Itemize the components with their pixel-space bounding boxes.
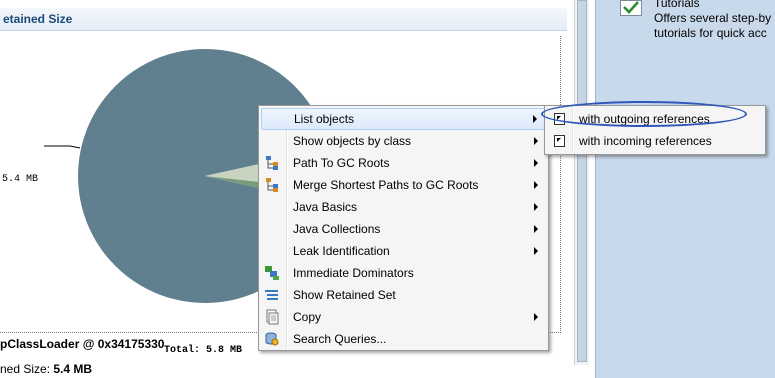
submenu-item-label: with incoming references xyxy=(579,134,712,148)
vertical-scrollbar[interactable] xyxy=(574,0,589,365)
menu-item-merge-shortest-paths[interactable]: Merge Shortest Paths to GC Roots xyxy=(261,174,546,196)
pie-slice-label: 5.4 MB xyxy=(2,174,39,185)
pie-total-label: Total: 5.8 MB xyxy=(164,345,243,356)
menu-item-show-objects-by-class[interactable]: Show objects by class xyxy=(261,130,546,152)
list-icon xyxy=(265,290,278,300)
copy-icon xyxy=(266,309,279,325)
object-name: pClassLoader @ 0x34175330 xyxy=(0,337,165,351)
annotation-highlight-oval xyxy=(541,101,747,127)
dominators-icon xyxy=(265,266,279,280)
menu-item-label: Immediate Dominators xyxy=(293,266,414,280)
menu-item-java-basics[interactable]: Java Basics xyxy=(261,196,546,218)
submenu-arrow-icon xyxy=(534,313,538,321)
submenu-arrow-icon xyxy=(534,247,538,255)
menu-item-label: Path To GC Roots xyxy=(293,156,390,170)
pie-leader-line xyxy=(44,145,81,149)
menu-item-java-collections[interactable]: Java Collections xyxy=(261,218,546,240)
menu-item-label: Java Basics xyxy=(293,200,358,214)
tutorials-description: Offers several step-by tutorials for qui… xyxy=(654,11,775,41)
panel-title: etained Size xyxy=(3,12,73,26)
menu-item-label: Copy xyxy=(293,310,322,324)
menu-item-label: Show Retained Set xyxy=(293,288,396,302)
tutorials-description-line: Offers several step-by xyxy=(654,11,772,25)
scrollbar-thumb[interactable] xyxy=(577,0,587,362)
context-menu: List objects Show objects by class Path … xyxy=(258,105,549,351)
retained-size-label: ned Size: xyxy=(0,362,54,376)
tree-icon xyxy=(266,156,278,170)
menu-item-label: Leak Identification xyxy=(293,244,390,258)
tutorials-title[interactable]: Tutorials xyxy=(654,0,700,10)
submenu-arrow-icon xyxy=(534,225,538,233)
retained-size-line: ned Size: 5.4 MB xyxy=(0,362,92,376)
retained-size-value: 5.4 MB xyxy=(53,362,93,376)
menu-item-path-to-gc-roots[interactable]: Path To GC Roots xyxy=(261,152,546,174)
merge-tree-icon xyxy=(266,178,278,192)
incoming-icon xyxy=(554,135,565,147)
panel-header: etained Size xyxy=(0,8,567,31)
tutorials-icon[interactable] xyxy=(620,0,642,16)
menu-item-immediate-dominators[interactable]: Immediate Dominators xyxy=(261,262,546,284)
submenu-arrow-icon xyxy=(534,159,538,167)
submenu-arrow-icon xyxy=(534,137,538,145)
menu-item-label: Merge Shortest Paths to GC Roots xyxy=(293,178,479,192)
submenu-item-incoming-references[interactable]: with incoming references xyxy=(547,130,763,152)
menu-item-leak-identification[interactable]: Leak Identification xyxy=(261,240,546,262)
menu-item-label: Show objects by class xyxy=(293,134,412,148)
submenu-arrow-icon xyxy=(534,181,538,189)
welcome-panel: Tutorials Offers several step-by tutoria… xyxy=(595,0,775,378)
menu-item-list-objects[interactable]: List objects xyxy=(261,108,546,130)
submenu-arrow-icon xyxy=(534,203,538,211)
menu-item-show-retained-set[interactable]: Show Retained Set xyxy=(261,284,546,306)
menu-item-search-queries[interactable]: Search Queries... xyxy=(261,328,546,350)
menu-item-label: Search Queries... xyxy=(293,332,387,346)
search-queries-icon xyxy=(265,332,279,346)
menu-item-copy[interactable]: Copy xyxy=(261,306,546,328)
menu-item-label: Java Collections xyxy=(293,222,381,236)
menu-item-label: List objects xyxy=(294,112,355,126)
submenu-arrow-icon xyxy=(533,115,537,123)
tutorials-description-line: tutorials for quick acc xyxy=(654,26,767,40)
